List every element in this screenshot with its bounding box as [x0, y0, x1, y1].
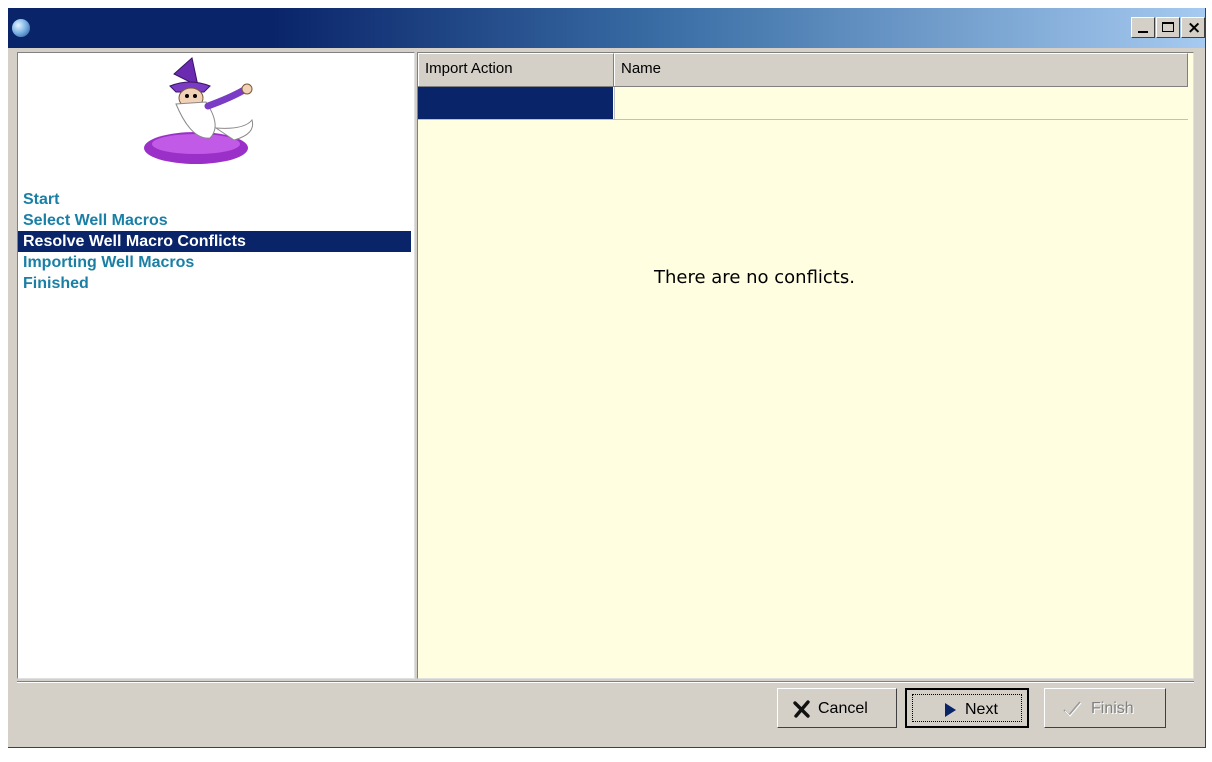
next-label: Next [965, 701, 998, 718]
step-finished: Finished [23, 275, 89, 292]
column-header-import-action[interactable]: Import Action [418, 53, 614, 86]
cancel-label: Cancel [818, 700, 868, 717]
cell-name[interactable] [614, 87, 1188, 119]
no-conflicts-message: There are no conflicts. [654, 267, 855, 288]
finish-label: Finish [1091, 700, 1134, 717]
cancel-button[interactable]: Cancel [777, 688, 897, 728]
play-arrow-icon [945, 703, 956, 717]
step-resolve-well-macro-conflicts: Resolve Well Macro Conflicts [18, 231, 411, 252]
title-bar[interactable]: × [8, 8, 1205, 48]
close-button[interactable]: × [1181, 17, 1205, 38]
step-importing-well-macros: Importing Well Macros [23, 254, 195, 271]
step-select-well-macros: Select Well Macros [23, 212, 168, 229]
app-globe-icon[interactable] [12, 19, 30, 37]
footer-divider [17, 681, 1194, 683]
step-start: Start [23, 191, 60, 208]
cancel-x-icon [793, 700, 810, 718]
wizard-mascot-icon [144, 57, 254, 164]
column-header-name[interactable]: Name [614, 53, 1188, 86]
next-button[interactable]: Next [905, 688, 1029, 728]
wizard-steps-list: Start Select Well Macros Resolve Well Ma… [18, 189, 411, 294]
wizard-steps-panel: Start Select Well Macros Resolve Well Ma… [17, 52, 415, 679]
finish-button: Finish [1044, 688, 1166, 728]
close-icon: × [1187, 18, 1202, 38]
grid-header: Import Action Name [418, 53, 1188, 87]
cell-import-action[interactable] [418, 87, 613, 119]
maximize-icon [1162, 22, 1174, 32]
minimize-button[interactable] [1131, 17, 1155, 38]
maximize-button[interactable] [1156, 17, 1180, 38]
conflicts-grid[interactable]: Import Action Name There are no conflict… [417, 52, 1194, 679]
minimize-icon [1138, 31, 1148, 33]
table-row[interactable] [418, 87, 1188, 120]
checkmark-icon [1063, 701, 1082, 717]
